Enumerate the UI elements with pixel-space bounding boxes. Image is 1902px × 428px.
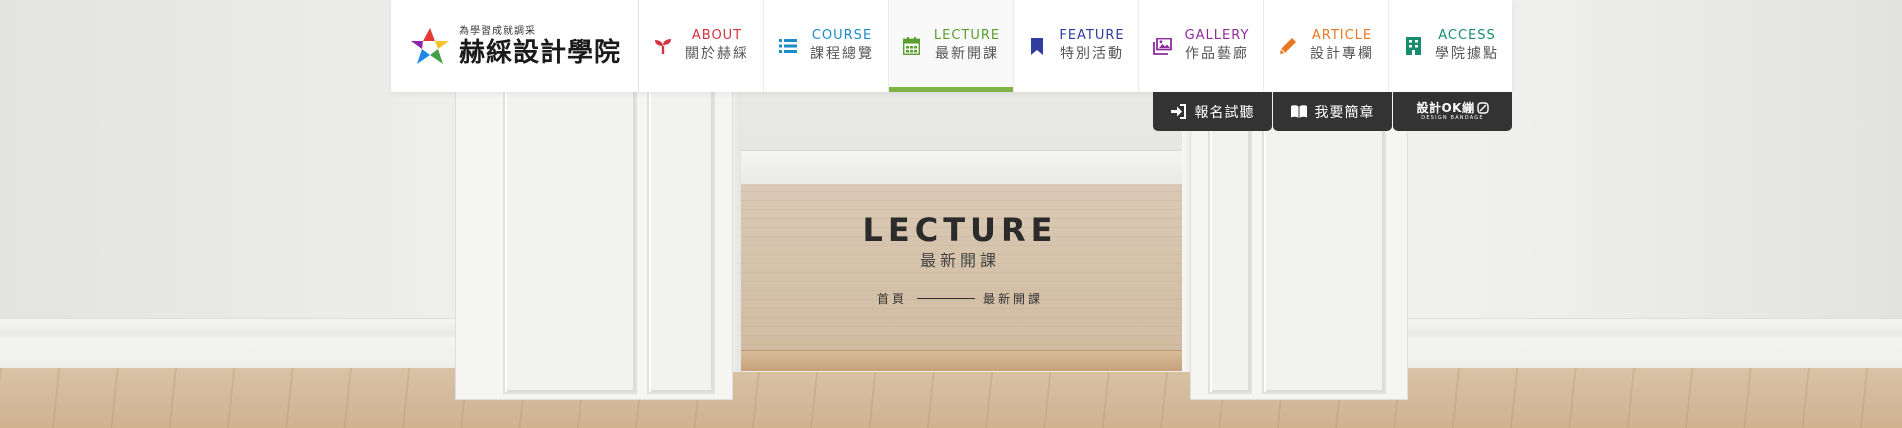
threshold: [730, 350, 1192, 371]
logo-tagline: 為學習成就調采: [459, 26, 536, 37]
nav-item-article[interactable]: ARTICLE 設計專欄: [1263, 0, 1388, 92]
nav-label-zh: 課程總覽: [810, 46, 874, 62]
design-ok-label: 設計OK繃: [1416, 101, 1475, 115]
calendar-icon: [902, 36, 922, 56]
nav-label-en: LECTURE: [933, 28, 1001, 43]
star-logo-icon: [411, 28, 449, 64]
page-hero: LECTURE 最新開課 首頁 最新開課: [760, 210, 1160, 307]
breadcrumb-divider: [917, 298, 975, 299]
nav-label-zh: 最新開課: [935, 46, 999, 62]
wood-floor: [0, 368, 1902, 428]
nav-label-zh: 作品藝廊: [1185, 46, 1249, 62]
page-title: LECTURE: [862, 211, 1058, 249]
breadcrumb-home[interactable]: 首頁: [877, 290, 907, 307]
nav-item-gallery[interactable]: GALLERY 作品藝廊: [1138, 0, 1263, 92]
design-ok-logo: 設計OK繃 DESIGN BANDAGE: [1416, 101, 1489, 122]
action-bar: 報名試聽 我要簡章 設計OK繃 DESIGN BANDAGE: [1153, 92, 1513, 131]
site-header: 為學習成就調采 赫綵設計學院 ABOUT 關於赫綵 COURSE 課程總覽 LE…: [391, 0, 1512, 92]
design-ok-button[interactable]: 設計OK繃 DESIGN BANDAGE: [1393, 92, 1512, 131]
nav-label-zh: 特別活動: [1060, 46, 1124, 62]
breadcrumb: 首頁 最新開課: [760, 290, 1160, 307]
sign-in-icon: [1170, 104, 1187, 120]
nav-item-about[interactable]: ABOUT 關於赫綵: [638, 0, 763, 92]
page-subtitle: 最新開課: [919, 251, 1000, 270]
list-icon: [778, 36, 798, 56]
nav-item-access[interactable]: ACCESS 學院據點: [1388, 0, 1513, 92]
nav-label-en: GALLERY: [1184, 28, 1250, 43]
book-icon: [1290, 104, 1307, 120]
images-icon: [1153, 36, 1173, 56]
nav-label-zh: 學院據點: [1435, 46, 1499, 62]
signup-label: 報名試聽: [1194, 104, 1255, 121]
nav-item-lecture[interactable]: LECTURE 最新開課: [888, 0, 1013, 92]
signup-button[interactable]: 報名試聽: [1153, 92, 1272, 131]
nav-item-course[interactable]: COURSE 課程總覽: [763, 0, 888, 92]
breadcrumb-current: 最新開課: [983, 292, 1044, 306]
nav-label-en: FEATURE: [1059, 28, 1125, 43]
door-panel: [503, 60, 637, 394]
brochure-button[interactable]: 我要簡章: [1273, 92, 1392, 131]
nav-label-en: COURSE: [811, 28, 873, 43]
nav-label-en: ABOUT: [691, 28, 743, 43]
design-ok-sublabel: DESIGN BANDAGE: [1421, 115, 1484, 121]
brochure-label: 我要簡章: [1314, 104, 1375, 121]
inner-baseboard: [735, 150, 1185, 186]
logo-name: 赫綵設計學院: [459, 38, 622, 68]
door-panel: [647, 60, 715, 394]
nav-label-en: ARTICLE: [1311, 28, 1373, 43]
nav-label-zh: 設計專欄: [1310, 46, 1374, 62]
nav-label-en: ACCESS: [1438, 28, 1496, 43]
site-logo[interactable]: 為學習成就調采 赫綵設計學院: [407, 24, 621, 70]
bookmark-icon: [1027, 36, 1047, 56]
main-nav: ABOUT 關於赫綵 COURSE 課程總覽 LECTURE 最新開課 FEAT…: [638, 0, 1513, 92]
building-icon: [1403, 36, 1423, 56]
sprout-icon: [653, 36, 673, 56]
nav-label-zh: 關於赫綵: [685, 46, 749, 62]
pencil-icon: [1278, 36, 1298, 56]
bandage-icon: [1476, 102, 1489, 114]
nav-item-feature[interactable]: FEATURE 特別活動: [1013, 0, 1138, 92]
